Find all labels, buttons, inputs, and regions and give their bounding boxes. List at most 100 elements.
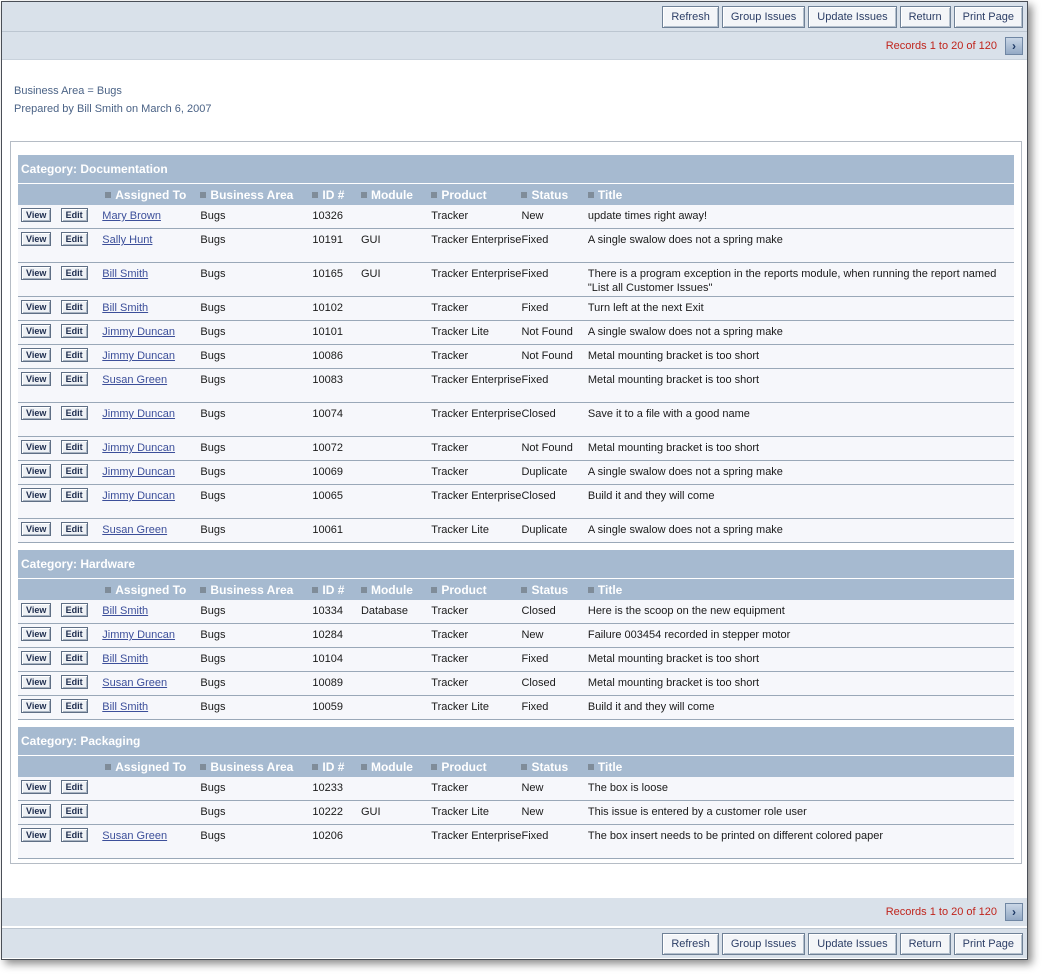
edit-button[interactable]: Edit: [60, 266, 88, 280]
col-business-area-header[interactable]: Business Area: [200, 188, 312, 202]
edit-button[interactable]: Edit: [60, 406, 88, 420]
assignee-link[interactable]: Bill Smith: [102, 302, 148, 314]
view-button[interactable]: View: [21, 324, 52, 338]
edit-button[interactable]: Edit: [60, 464, 88, 478]
col-title-header[interactable]: Title: [588, 188, 1014, 202]
edit-button[interactable]: Edit: [60, 603, 88, 617]
view-button[interactable]: View: [21, 406, 52, 420]
col-product-header[interactable]: Product: [431, 760, 521, 774]
edit-button[interactable]: Edit: [60, 348, 88, 362]
table-row: View Edit Bill Smith Bugs 10059 Tracker Lite F…: [18, 696, 1014, 720]
assigned-to-cell: Jimmy Duncan: [102, 324, 200, 339]
assignee-link[interactable]: Susan Green: [102, 524, 167, 536]
view-button[interactable]: View: [21, 208, 52, 222]
col-id-header[interactable]: ID #: [312, 583, 361, 597]
product-cell: Tracker Lite: [431, 326, 489, 338]
col-product-header[interactable]: Product: [431, 583, 521, 597]
assignee-link[interactable]: Jimmy Duncan: [102, 490, 175, 502]
assignee-link[interactable]: Jimmy Duncan: [102, 466, 175, 478]
col-status-header[interactable]: Status: [521, 583, 587, 597]
product-cell: Tracker: [431, 442, 469, 454]
assignee-link[interactable]: Jimmy Duncan: [102, 442, 175, 454]
view-button[interactable]: View: [21, 464, 52, 478]
col-title-header[interactable]: Title: [588, 583, 1014, 597]
chevron-right-icon[interactable]: ›: [1005, 903, 1023, 921]
edit-button[interactable]: Edit: [60, 440, 88, 454]
col-business-area-header[interactable]: Business Area: [200, 583, 312, 597]
edit-button[interactable]: Edit: [60, 300, 88, 314]
update-issues-button[interactable]: Update Issues: [808, 932, 897, 955]
print-page-button[interactable]: Print Page: [953, 5, 1023, 28]
view-cell: View: [18, 522, 60, 536]
edit-button[interactable]: Edit: [60, 324, 88, 338]
return-button[interactable]: Return: [899, 932, 951, 955]
print-page-button[interactable]: Print Page: [953, 932, 1023, 955]
edit-button[interactable]: Edit: [60, 627, 88, 641]
view-button[interactable]: View: [21, 522, 52, 536]
assignee-link[interactable]: Jimmy Duncan: [102, 408, 175, 420]
edit-button[interactable]: Edit: [60, 804, 88, 818]
col-id-header[interactable]: ID #: [312, 188, 361, 202]
view-button[interactable]: View: [21, 828, 52, 842]
view-cell: View: [18, 699, 60, 713]
col-module-header[interactable]: Module: [361, 583, 431, 597]
bottom-toolbar: Refresh Group Issues Update Issues Retur…: [2, 928, 1027, 958]
group-issues-button[interactable]: Group Issues: [721, 932, 806, 955]
assignee-link[interactable]: Bill Smith: [102, 701, 148, 713]
edit-button[interactable]: Edit: [60, 372, 88, 386]
view-button[interactable]: View: [21, 675, 52, 689]
col-module-header[interactable]: Module: [361, 760, 431, 774]
assignee-link[interactable]: Jimmy Duncan: [102, 629, 175, 641]
group-issues-button[interactable]: Group Issues: [721, 5, 806, 28]
col-id-header[interactable]: ID #: [312, 760, 361, 774]
assignee-link[interactable]: Jimmy Duncan: [102, 350, 175, 362]
col-product-header[interactable]: Product: [431, 188, 521, 202]
assignee-link[interactable]: Jimmy Duncan: [102, 326, 175, 338]
col-status-header[interactable]: Status: [521, 760, 587, 774]
col-assigned-to-header[interactable]: Assigned To: [102, 188, 200, 202]
view-button[interactable]: View: [21, 232, 52, 246]
view-button[interactable]: View: [21, 804, 52, 818]
edit-button[interactable]: Edit: [60, 522, 88, 536]
view-button[interactable]: View: [21, 266, 52, 280]
title-cell: Failure 003454 recorded in stepper motor: [587, 629, 791, 641]
view-button[interactable]: View: [21, 300, 52, 314]
col-assigned-to-header[interactable]: Assigned To: [102, 760, 200, 774]
assignee-link[interactable]: Sally Hunt: [102, 234, 152, 246]
view-button[interactable]: View: [21, 372, 52, 386]
refresh-button[interactable]: Refresh: [662, 932, 719, 955]
col-business-area-header[interactable]: Business Area: [200, 760, 312, 774]
assignee-link[interactable]: Susan Green: [102, 830, 167, 842]
edit-button[interactable]: Edit: [60, 780, 88, 794]
view-button[interactable]: View: [21, 440, 52, 454]
view-button[interactable]: View: [21, 603, 52, 617]
assignee-link[interactable]: Susan Green: [102, 677, 167, 689]
col-module-header[interactable]: Module: [361, 188, 431, 202]
assignee-link[interactable]: Bill Smith: [102, 653, 148, 665]
view-button[interactable]: View: [21, 651, 52, 665]
chevron-right-icon[interactable]: ›: [1005, 36, 1023, 55]
col-assigned-to-header[interactable]: Assigned To: [102, 583, 200, 597]
assignee-link[interactable]: Susan Green: [102, 374, 167, 386]
assignee-link[interactable]: Mary Brown: [102, 210, 161, 222]
view-button[interactable]: View: [21, 488, 52, 502]
module-cell: [361, 324, 431, 325]
return-button[interactable]: Return: [899, 5, 951, 28]
edit-button[interactable]: Edit: [60, 208, 88, 222]
refresh-button[interactable]: Refresh: [662, 5, 719, 28]
edit-button[interactable]: Edit: [60, 651, 88, 665]
edit-button[interactable]: Edit: [60, 675, 88, 689]
col-title-header[interactable]: Title: [588, 760, 1014, 774]
assignee-link[interactable]: Bill Smith: [102, 268, 148, 280]
col-status-header[interactable]: Status: [521, 188, 587, 202]
assignee-link[interactable]: Bill Smith: [102, 605, 148, 617]
edit-button[interactable]: Edit: [60, 699, 88, 713]
edit-button[interactable]: Edit: [60, 828, 88, 842]
edit-button[interactable]: Edit: [60, 488, 88, 502]
edit-button[interactable]: Edit: [60, 232, 88, 246]
view-button[interactable]: View: [21, 348, 52, 362]
view-button[interactable]: View: [21, 699, 52, 713]
update-issues-button[interactable]: Update Issues: [808, 5, 897, 28]
view-button[interactable]: View: [21, 780, 52, 794]
view-button[interactable]: View: [21, 627, 52, 641]
